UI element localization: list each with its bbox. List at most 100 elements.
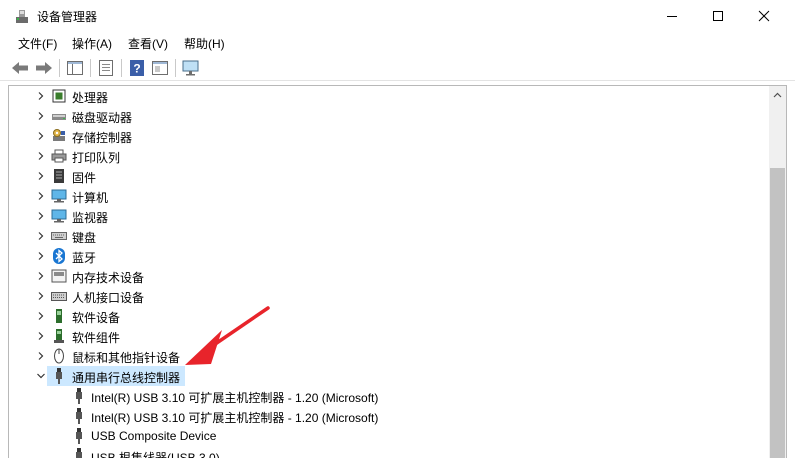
- chevron-right-icon: [38, 152, 44, 160]
- printer-icon: [51, 148, 67, 164]
- tree-item-category[interactable]: 存储控制器: [9, 126, 770, 146]
- chevron-right-icon: [38, 232, 44, 240]
- software-device-icon: [51, 308, 67, 324]
- tree-item-category[interactable]: 软件设备: [9, 306, 770, 326]
- toolbar-separator: [175, 59, 176, 77]
- tree-item-label: 键盘: [72, 231, 97, 245]
- chevron-down-icon: [37, 373, 45, 379]
- device-label: Intel(R) USB 3.10 可扩展主机控制器 - 1.20 (Micro…: [91, 411, 379, 425]
- tree-item-label: 固件: [72, 171, 97, 185]
- menu-help[interactable]: 帮助(H): [184, 35, 225, 52]
- tree-item-category[interactable]: 内存技术设备: [9, 266, 770, 286]
- chevron-right-icon: [38, 352, 44, 360]
- tree-item-device[interactable]: Intel(R) USB 3.10 可扩展主机控制器 - 1.20 (Micro…: [9, 406, 770, 426]
- tree-item-label: 通用串行总线控制器: [72, 371, 181, 385]
- tree-item-category[interactable]: 固件: [9, 166, 770, 186]
- usb-icon: [51, 368, 67, 384]
- tree-item-category[interactable]: 人机接口设备: [9, 286, 770, 306]
- chevron-right-icon: [38, 252, 44, 260]
- device-label: USB 根集线器(USB 3.0): [91, 451, 220, 458]
- tree-item-label: 计算机: [72, 191, 109, 205]
- arrow-right-icon: [36, 62, 52, 74]
- chevron-right-icon: [38, 192, 44, 200]
- background-window-edge: [787, 85, 795, 458]
- expand-button[interactable]: [35, 330, 47, 342]
- tree-item-label: 软件组件: [72, 331, 121, 345]
- vertical-scrollbar[interactable]: [769, 86, 786, 458]
- show-hide-console-tree-button[interactable]: [64, 57, 86, 79]
- update-driver-button[interactable]: [149, 57, 171, 79]
- tree-item-category[interactable]: 磁盘驱动器: [9, 106, 770, 126]
- title-bar: 设备管理器: [0, 0, 795, 31]
- chevron-up-icon: [773, 92, 782, 97]
- tree-item-label: 磁盘驱动器: [72, 111, 133, 125]
- device-manager-icon: [14, 8, 30, 24]
- close-icon: [758, 10, 770, 21]
- toolbar-separator: [90, 59, 91, 77]
- scan-monitor-icon: [182, 60, 199, 76]
- help-icon: ?: [130, 60, 144, 76]
- tree-item-category[interactable]: 键盘: [9, 226, 770, 246]
- tree-item-usb-controllers[interactable]: 通用串行总线控制器: [9, 366, 770, 386]
- usb-icon: [71, 428, 87, 444]
- disk-drive-icon: [51, 108, 67, 124]
- scan-hardware-button[interactable]: [180, 57, 202, 79]
- tree-item-category[interactable]: 打印队列: [9, 146, 770, 166]
- toolbar-separator: [121, 59, 122, 77]
- expand-button[interactable]: [35, 110, 47, 122]
- window-title: 设备管理器: [37, 10, 98, 24]
- properties-button[interactable]: [95, 57, 117, 79]
- device-label: Intel(R) USB 3.10 可扩展主机控制器 - 1.20 (Micro…: [91, 391, 379, 405]
- tree-item-category[interactable]: 处理器: [9, 86, 770, 106]
- tree-item-category[interactable]: 计算机: [9, 186, 770, 206]
- menu-view[interactable]: 查看(V): [128, 35, 168, 52]
- menu-action[interactable]: 操作(A): [72, 35, 112, 52]
- expand-button[interactable]: [35, 290, 47, 302]
- tree-item-label: 存储控制器: [72, 131, 133, 145]
- expand-button[interactable]: [35, 310, 47, 322]
- menu-file[interactable]: 文件(F): [18, 35, 57, 52]
- svg-text:?: ?: [133, 62, 140, 76]
- close-button[interactable]: [741, 0, 787, 31]
- tree-item-device[interactable]: Intel(R) USB 3.10 可扩展主机控制器 - 1.20 (Micro…: [9, 386, 770, 406]
- tree-item-device[interactable]: USB Composite Device: [9, 426, 770, 446]
- expand-button[interactable]: [35, 150, 47, 162]
- firmware-icon: [51, 168, 67, 184]
- tree-item-label: 处理器: [72, 91, 109, 105]
- expand-button[interactable]: [35, 270, 47, 282]
- tree-item-device[interactable]: USB 根集线器(USB 3.0): [9, 446, 770, 458]
- expand-button[interactable]: [35, 230, 47, 242]
- expand-button[interactable]: [35, 130, 47, 142]
- help-button[interactable]: ?: [126, 57, 148, 79]
- minimize-button[interactable]: [649, 0, 695, 31]
- scroll-up-button[interactable]: [769, 86, 786, 103]
- chevron-right-icon: [38, 92, 44, 100]
- expand-button[interactable]: [35, 90, 47, 102]
- software-component-icon: [51, 328, 67, 344]
- window-view-icon: [152, 61, 168, 75]
- forward-button[interactable]: [33, 57, 55, 79]
- minimize-icon: [667, 15, 677, 17]
- tree-item-category[interactable]: 监视器: [9, 206, 770, 226]
- expand-button[interactable]: [35, 210, 47, 222]
- expand-button[interactable]: [35, 170, 47, 182]
- back-button[interactable]: [9, 57, 31, 79]
- maximize-button[interactable]: [695, 0, 741, 31]
- usb-icon: [71, 388, 87, 404]
- expand-button[interactable]: [35, 190, 47, 202]
- menu-bar: 文件(F) 操作(A) 查看(V) 帮助(H): [0, 31, 795, 53]
- tree-item-category[interactable]: 软件组件: [9, 326, 770, 346]
- tree-item-category[interactable]: 鼠标和其他指针设备: [9, 346, 770, 366]
- expand-button[interactable]: [35, 250, 47, 262]
- chevron-right-icon: [38, 112, 44, 120]
- collapse-button[interactable]: [35, 370, 47, 382]
- tree-item-category[interactable]: 蓝牙: [9, 246, 770, 266]
- scrollbar-thumb[interactable]: [770, 168, 785, 458]
- device-label: USB Composite Device: [91, 429, 217, 443]
- tree-item-label: 蓝牙: [72, 251, 97, 265]
- storage-controller-icon: [51, 128, 67, 144]
- mouse-icon: [51, 348, 67, 364]
- chevron-right-icon: [38, 312, 44, 320]
- expand-button[interactable]: [35, 350, 47, 362]
- usb-icon: [71, 448, 87, 458]
